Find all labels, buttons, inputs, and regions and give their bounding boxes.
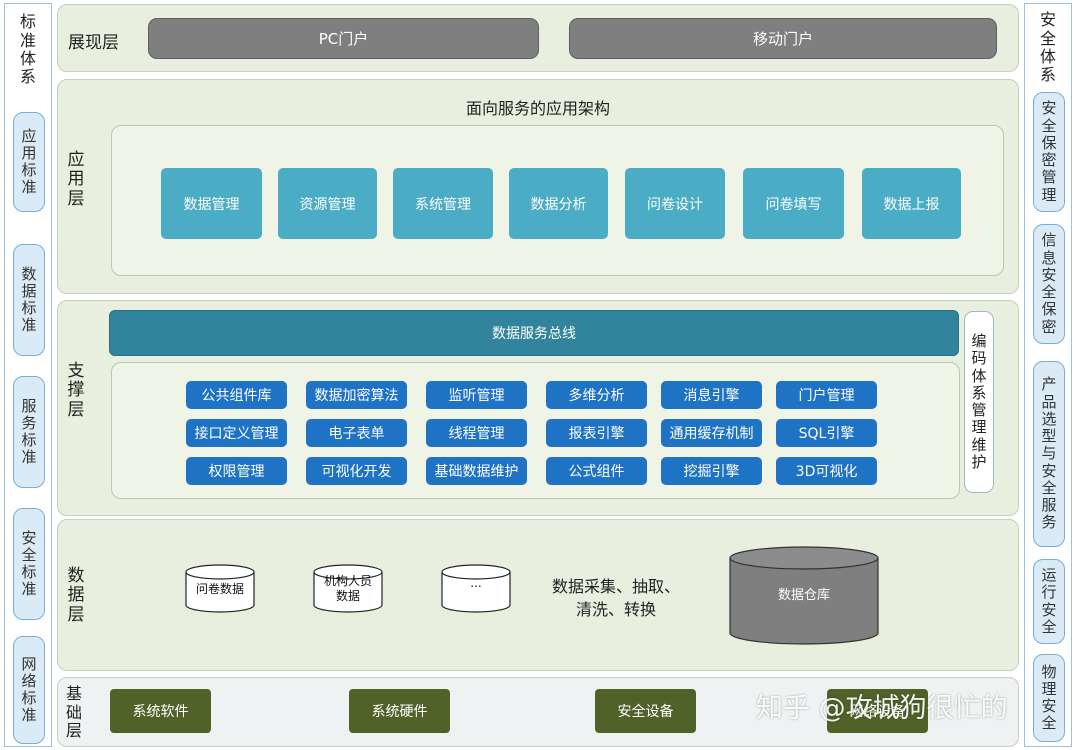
security-card-physical: 物理安全 xyxy=(1033,654,1065,742)
mobile-portal: 移动门户 xyxy=(569,18,997,59)
component-sql-engine: SQL引擎 xyxy=(776,419,877,447)
module-data-reporting: 数据上报 xyxy=(862,168,961,239)
security-card-operation: 运行安全 xyxy=(1033,559,1065,644)
application-architecture-title: 面向服务的应用架构 xyxy=(458,95,618,119)
support-components-box: 公共组件库 数据加密算法 监听管理 多维分析 消息引擎 门户管理 接口定义管理 … xyxy=(111,362,960,499)
data-warehouse: 数据仓库 xyxy=(728,546,880,646)
component-common-library: 公共组件库 xyxy=(186,381,287,409)
data-process-text: 数据采集、抽取、清洗、转换 xyxy=(546,575,686,621)
component-portal-management: 门户管理 xyxy=(776,381,877,409)
module-data-management: 数据管理 xyxy=(161,168,262,239)
component-interface-definition: 接口定义管理 xyxy=(186,419,287,447)
standard-card-service: 服务标准 xyxy=(13,376,45,488)
standard-card-network: 网络标准 xyxy=(13,636,45,744)
component-message-engine: 消息引擎 xyxy=(661,381,762,409)
module-questionnaire-filling: 问卷填写 xyxy=(743,168,844,239)
component-mining-engine: 挖掘引擎 xyxy=(661,457,762,485)
component-base-data-maintenance: 基础数据维护 xyxy=(426,457,527,485)
base-system-hardware: 系统硬件 xyxy=(349,689,450,733)
personnel-data-store: 机构人员数据 xyxy=(313,564,383,614)
presentation-layer: 展现层 PC门户 移动门户 xyxy=(57,4,1019,72)
data-layer-label: 数据层 xyxy=(64,556,88,636)
security-panel: 安全体系 安全保密管理 信息安全保密 产品选型与安全服务 运行安全 物理安全 xyxy=(1024,3,1072,747)
zhihu-watermark: 知乎 @攻城狗很忙的 xyxy=(756,686,1008,725)
security-card-info-security: 信息安全保密 xyxy=(1033,224,1065,344)
standards-panel: 标准体系 应用标准 数据标准 服务标准 安全标准 网络标准 xyxy=(4,3,52,747)
component-multidimensional-analysis: 多维分析 xyxy=(546,381,647,409)
component-listener-management: 监听管理 xyxy=(426,381,527,409)
component-3d-visualization: 3D可视化 xyxy=(776,457,877,485)
component-data-encryption: 数据加密算法 xyxy=(306,381,407,409)
application-layer: 应用层 面向服务的应用架构 数据管理 资源管理 系统管理 数据分析 问卷设计 问… xyxy=(57,79,1019,294)
support-layer-label: 支撑层 xyxy=(64,351,88,431)
component-electronic-form: 电子表单 xyxy=(306,419,407,447)
personnel-data-label: 机构人员数据 xyxy=(323,574,373,604)
standards-panel-title: 标准体系 xyxy=(5,10,51,90)
questionnaire-data-store: 问卷数据 xyxy=(185,564,255,614)
module-system-management: 系统管理 xyxy=(393,168,493,239)
questionnaire-data-label: 问卷数据 xyxy=(185,582,255,597)
base-security-equipment: 安全设备 xyxy=(595,689,696,733)
coding-system-maintenance-box: 编码体系管理维护 xyxy=(964,311,994,493)
security-card-confidential-mgmt: 安全保密管理 xyxy=(1033,92,1065,212)
support-layer: 支撑层 数据服务总线 公共组件库 数据加密算法 监听管理 多维分析 消息引擎 门… xyxy=(57,300,1019,516)
security-card-product-selection: 产品选型与安全服务 xyxy=(1033,361,1065,547)
base-system-software: 系统软件 xyxy=(110,689,211,733)
application-layer-label: 应用层 xyxy=(64,140,88,220)
security-panel-title: 安全体系 xyxy=(1025,8,1071,88)
other-data-label: ... xyxy=(441,576,511,591)
module-resource-management: 资源管理 xyxy=(278,168,377,239)
base-layer-label: 基础层 xyxy=(62,680,86,746)
component-thread-management: 线程管理 xyxy=(426,419,527,447)
other-data-store: ... xyxy=(441,564,511,614)
component-visual-development: 可视化开发 xyxy=(306,457,407,485)
data-warehouse-label: 数据仓库 xyxy=(728,588,880,603)
presentation-layer-label: 展现层 xyxy=(68,28,119,53)
data-layer: 数据层 问卷数据 机构人员数据 ... 数据采集、抽取、清洗、转换 数据仓库 xyxy=(57,519,1019,671)
standard-card-application: 应用标准 xyxy=(13,112,45,212)
standard-card-data: 数据标准 xyxy=(13,244,45,356)
component-report-engine: 报表引擎 xyxy=(546,419,647,447)
module-questionnaire-design: 问卷设计 xyxy=(625,168,725,239)
module-data-analysis: 数据分析 xyxy=(509,168,608,239)
component-cache-mechanism: 通用缓存机制 xyxy=(661,419,762,447)
component-permission-management: 权限管理 xyxy=(186,457,287,485)
standard-card-security: 安全标准 xyxy=(13,508,45,620)
pc-portal: PC门户 xyxy=(148,18,539,59)
component-formula: 公式组件 xyxy=(546,457,647,485)
data-service-bus: 数据服务总线 xyxy=(109,310,959,356)
application-modules-box: 数据管理 资源管理 系统管理 数据分析 问卷设计 问卷填写 数据上报 xyxy=(111,125,1004,276)
